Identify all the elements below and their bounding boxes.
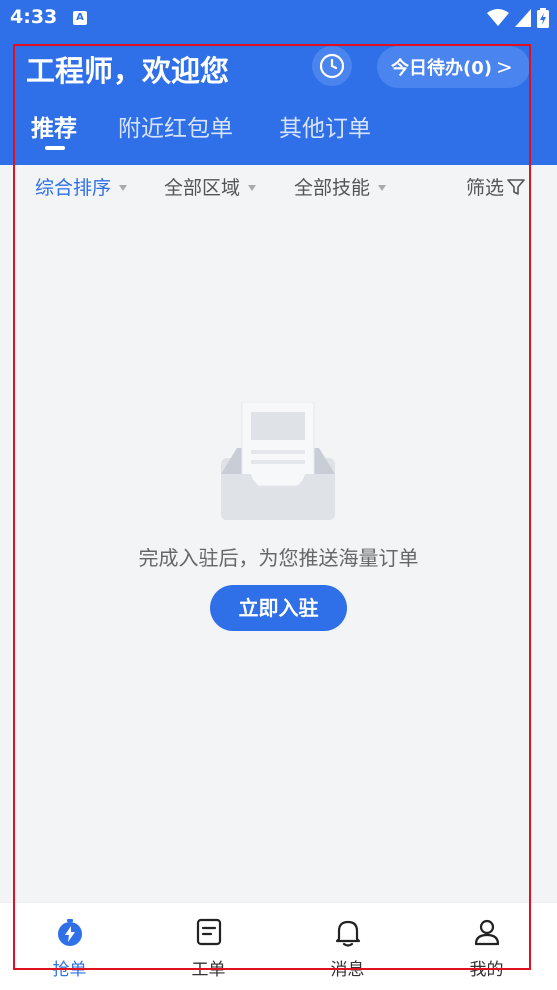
nav-label: 工单 [191, 960, 226, 980]
nav-grab-order[interactable]: 抢单 [0, 903, 139, 990]
nav-work-order[interactable]: 工单 [139, 903, 278, 990]
tab-recommend[interactable]: 推荐 [31, 109, 77, 143]
wifi-icon [487, 9, 509, 26]
signal-icon [515, 9, 531, 27]
nav-label: 抢单 [52, 960, 87, 980]
caret-down-icon [248, 184, 257, 191]
grab-order-icon [55, 917, 85, 947]
nav-label: 消息 [330, 960, 365, 980]
caret-down-icon [378, 184, 387, 191]
filter-button[interactable]: 筛选 [466, 173, 526, 200]
chevron-right-icon: > [495, 55, 513, 79]
nav-label: 我的 [469, 960, 504, 980]
notification-icon: A [73, 11, 87, 25]
bell-icon [333, 917, 363, 947]
today-todo-label: 今日待办(0) [391, 58, 492, 79]
status-time: 4:33 [10, 6, 58, 28]
funnel-icon [507, 178, 525, 195]
today-todo-button[interactable]: 今日待办(0) > [377, 46, 530, 88]
filter-bar: 综合排序 全部区域 全部技能 筛选 [0, 165, 557, 209]
page-title: 工程师，欢迎您 [26, 54, 230, 88]
order-list-area[interactable]: 完成入驻后，为您推送海量订单 立即入驻 [0, 209, 557, 902]
sort-label: 综合排序 [35, 177, 112, 199]
work-order-icon [194, 917, 224, 947]
skill-dropdown[interactable]: 全部技能 [294, 173, 387, 200]
battery-icon [537, 8, 549, 28]
region-dropdown[interactable]: 全部区域 [164, 173, 257, 200]
nav-profile[interactable]: 我的 [417, 903, 556, 990]
header: 工程师，欢迎您 今日待办(0) > 推荐 附近红包单 其他订单 [0, 36, 557, 165]
tab-indicator [45, 146, 65, 150]
tab-bar: 推荐 附近红包单 其他订单 [0, 109, 557, 159]
filter-label: 筛选 [466, 177, 505, 199]
caret-down-icon [119, 184, 128, 191]
region-label: 全部区域 [164, 177, 241, 199]
register-now-button[interactable]: 立即入驻 [210, 585, 347, 631]
empty-inbox-icon [221, 402, 335, 520]
tab-other-orders[interactable]: 其他订单 [279, 109, 371, 143]
bottom-nav: 抢单 工单 消息 我的 [0, 902, 557, 990]
skill-label: 全部技能 [294, 177, 371, 199]
history-button[interactable] [312, 46, 352, 86]
status-bar: 4:33 A [0, 0, 557, 36]
nav-messages[interactable]: 消息 [278, 903, 417, 990]
sort-dropdown[interactable]: 综合排序 [35, 173, 128, 200]
user-icon [472, 917, 502, 947]
status-icons [487, 8, 549, 28]
tab-nearby-red-packet[interactable]: 附近红包单 [118, 109, 233, 143]
empty-state-message: 完成入驻后，为您推送海量订单 [138, 546, 419, 570]
clock-icon [319, 53, 345, 79]
